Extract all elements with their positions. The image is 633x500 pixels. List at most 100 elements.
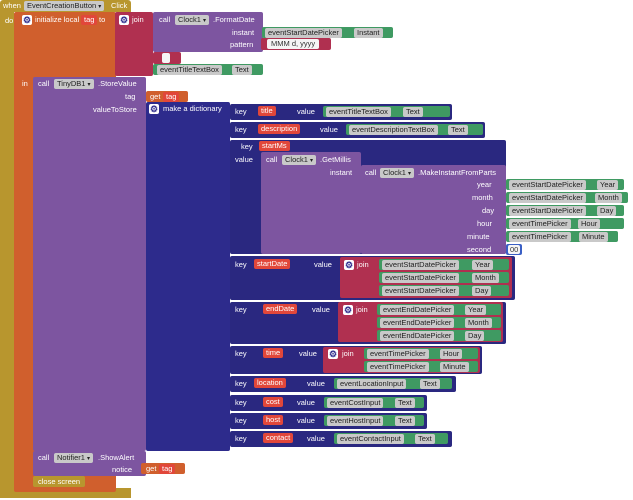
key-label: key	[235, 379, 247, 388]
make-dictionary-block[interactable]	[146, 102, 230, 451]
value-title-component[interactable]: eventTitleTextBox	[326, 107, 391, 117]
startdate-row-2-component[interactable]: eventStartDatePicker	[382, 286, 459, 296]
startdate-row-1-component[interactable]: eventStartDatePicker	[382, 273, 459, 283]
key-startms[interactable]: startMs	[259, 141, 290, 151]
enddate-row-1-property-text: Month	[468, 318, 489, 327]
key-host[interactable]: host	[263, 415, 284, 425]
value-label: value	[297, 398, 315, 407]
enddate-row-0-property[interactable]: Year	[465, 305, 487, 315]
value-cost-component[interactable]: eventCostInput	[327, 398, 384, 408]
part-hour-component[interactable]: eventTimePicker	[509, 219, 571, 229]
part-hour-property-text: Hour	[581, 219, 598, 228]
value-location-property[interactable]: Text	[420, 379, 440, 389]
join-label: join	[356, 305, 368, 314]
separator-value[interactable]	[162, 53, 170, 63]
value-title-property-text: Text	[406, 107, 420, 116]
enddate-row-1-property[interactable]: Month	[465, 318, 492, 328]
key-label: key	[241, 142, 253, 151]
startdate-row-1-property-text: Month	[475, 273, 496, 282]
alert-component[interactable]: Notifier1 ▾	[54, 453, 93, 463]
part-minute-property[interactable]: Minute	[579, 232, 608, 242]
mutator-gear-icon[interactable]: ⚙	[22, 15, 32, 25]
startdate-row-0-property[interactable]: Year	[472, 260, 494, 270]
time-row-1-property[interactable]: Minute	[440, 362, 469, 372]
key-startdate-text: startDate	[257, 259, 288, 268]
get-millis-method: .GetMillis	[320, 155, 351, 164]
value-to-store-label: valueToStore	[93, 105, 137, 114]
startdate-row-1-property[interactable]: Month	[472, 273, 499, 283]
enddate-row-2-component[interactable]: eventEndDatePicker	[380, 331, 455, 341]
time-row-1-component[interactable]: eventTimePicker	[367, 362, 429, 372]
value-description-component[interactable]: eventDescriptionTextBox	[349, 125, 438, 135]
join-gear-icon[interactable]: ⚙	[119, 15, 129, 25]
title-component[interactable]: eventTitleTextBox	[157, 65, 222, 75]
part-label-year: year	[477, 180, 492, 189]
join-gear-icon[interactable]: ⚙	[328, 349, 338, 359]
time-row-0-component[interactable]: eventTimePicker	[367, 349, 429, 359]
time-row-0-component-text: eventTimePicker	[370, 349, 426, 358]
instant-component[interactable]: eventStartDatePicker	[265, 28, 342, 38]
value-description-property[interactable]: Text	[448, 125, 468, 135]
store-value-block[interactable]	[33, 77, 146, 451]
key-cost[interactable]: cost	[263, 397, 283, 407]
store-tag-label: tag	[125, 92, 136, 101]
local-var-text: tag	[84, 15, 95, 24]
part-minute-component[interactable]: eventTimePicker	[509, 232, 571, 242]
part-label-hour: hour	[477, 219, 493, 228]
instant-property[interactable]: Instant	[354, 28, 383, 38]
value-contact-property[interactable]: Text	[415, 434, 435, 444]
dropdown-arrow-icon: ▾	[407, 171, 411, 177]
part-month-component[interactable]: eventStartDatePicker	[509, 193, 586, 203]
dropdown-arrow-icon: ▾	[98, 4, 102, 10]
alert-call-label: call	[38, 453, 50, 462]
part-month-property[interactable]: Month	[595, 193, 622, 203]
format-date-component[interactable]: Clock1 ▾	[175, 15, 209, 25]
key-location[interactable]: location	[254, 378, 286, 388]
value-location-component[interactable]: eventLocationInput	[337, 379, 407, 389]
key-enddate[interactable]: endDate	[263, 304, 298, 314]
enddate-row-2-property[interactable]: Day	[465, 331, 485, 341]
join-gear-icon[interactable]: ⚙	[343, 305, 353, 315]
startdate-row-2-property[interactable]: Day	[472, 286, 492, 296]
key-startdate[interactable]: startDate	[254, 259, 291, 269]
value-cost-property[interactable]: Text	[395, 398, 415, 408]
key-title[interactable]: title	[258, 106, 276, 116]
get-tag-var[interactable]: tag	[163, 92, 180, 102]
instant-label: instant	[232, 28, 255, 37]
enddate-row-0-component[interactable]: eventEndDatePicker	[380, 305, 455, 315]
title-property[interactable]: Text	[232, 65, 252, 75]
event-component-dropdown[interactable]: EventCreationButton ▾	[24, 1, 105, 11]
time-row-0-property[interactable]: Hour	[440, 349, 463, 359]
value-host-property[interactable]: Text	[395, 416, 415, 426]
part-year-component[interactable]: eventStartDatePicker	[509, 180, 586, 190]
get-label: get	[146, 464, 157, 473]
key-contact[interactable]: contact	[263, 433, 294, 443]
startdate-row-0-component[interactable]: eventStartDatePicker	[382, 260, 459, 270]
key-cost-text: cost	[266, 397, 280, 406]
store-component[interactable]: TinyDB1 ▾	[54, 79, 94, 89]
value-label: value	[312, 305, 330, 314]
value-contact-component[interactable]: eventContactInput	[337, 434, 404, 444]
value-title-property[interactable]: Text	[403, 107, 423, 117]
dictionary-gear-icon[interactable]: ⚙	[149, 104, 159, 114]
part-day-property[interactable]: Day	[597, 206, 617, 216]
pattern-value[interactable]: MMM d, yyyy	[267, 39, 320, 49]
get-notice-var-text: tag	[162, 464, 173, 473]
part-hour-property[interactable]: Hour	[578, 219, 601, 229]
enddate-row-1-component[interactable]: eventEndDatePicker	[380, 318, 455, 328]
local-var-name[interactable]: tag	[81, 15, 98, 25]
make-instant-component[interactable]: Clock1 ▾	[380, 168, 414, 178]
key-time[interactable]: time	[263, 348, 284, 358]
get-millis-component[interactable]: Clock1 ▾	[282, 155, 316, 165]
value-host-component[interactable]: eventHostInput	[327, 416, 384, 426]
get-notice-var[interactable]: tag	[159, 464, 176, 474]
key-label: key	[235, 349, 247, 358]
part-day-component[interactable]: eventStartDatePicker	[509, 206, 586, 216]
key-description[interactable]: description	[258, 124, 301, 134]
second-value[interactable]: 00	[508, 245, 521, 254]
key-contact-text: contact	[266, 433, 291, 442]
part-year-property[interactable]: Year	[597, 180, 619, 190]
join-gear-icon[interactable]: ⚙	[344, 260, 354, 270]
instant-component-text: eventStartDatePicker	[268, 28, 339, 37]
format-date-component-text: Clock1	[178, 15, 201, 24]
